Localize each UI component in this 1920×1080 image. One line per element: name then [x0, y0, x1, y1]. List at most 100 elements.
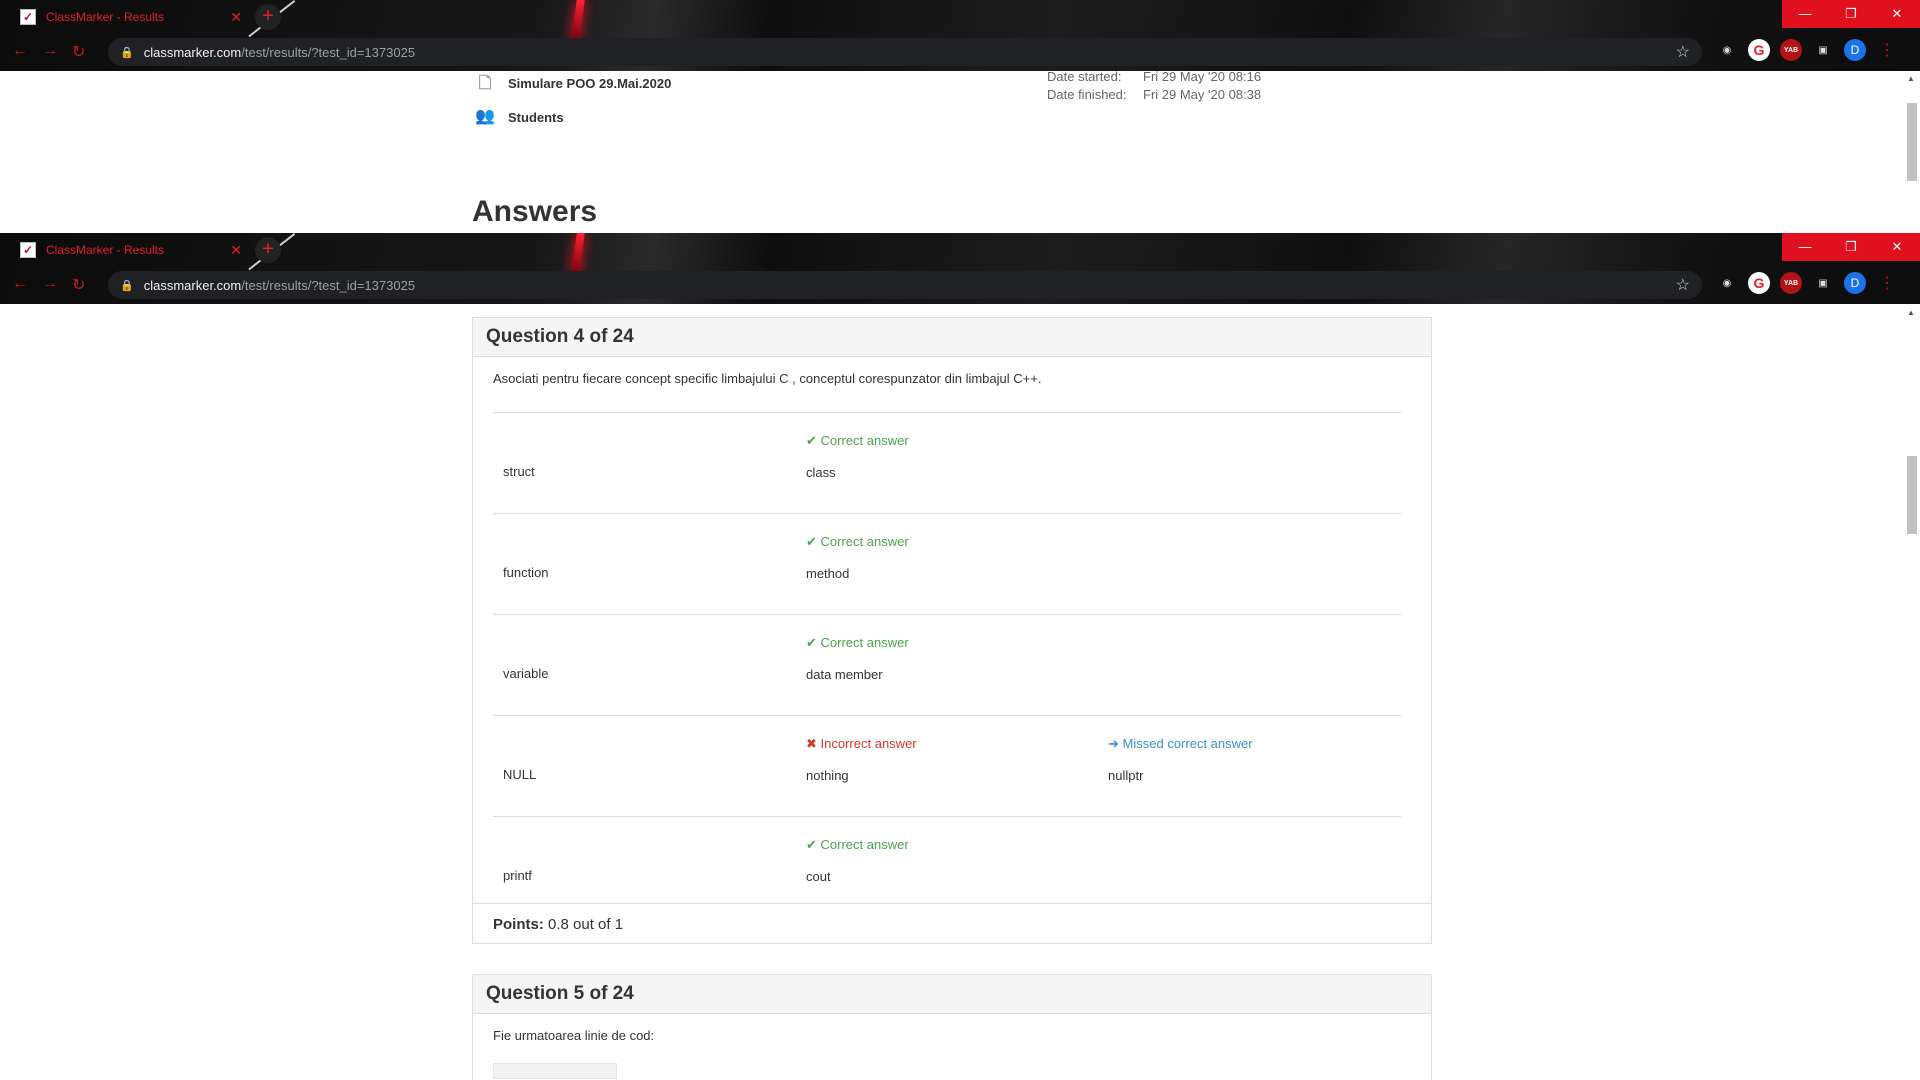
document-icon: 🗋: [478, 75, 492, 92]
match-answer: nothing: [806, 768, 849, 783]
address-bar[interactable]: 🔒 classmarker.com/test/results/?test_id=…: [108, 38, 1702, 66]
match-left: printf: [503, 868, 532, 883]
question-5-text: Fie urmatoarea linie de cod:: [493, 1028, 655, 1043]
code-block: [493, 1063, 617, 1079]
test-dates: Date started: Fri 29 May '20 08:16 Date f…: [1047, 71, 1261, 104]
x-icon: ✖: [806, 736, 817, 751]
menu-dots-icon[interactable]: ⋮: [1876, 39, 1898, 61]
correct-status: ✔ Correct answer: [806, 635, 909, 651]
browser-tab[interactable]: ✓ ClassMarker - Results ✕: [8, 0, 248, 34]
match-left: variable: [503, 666, 549, 681]
nav-buttons: ← → ↻: [12, 42, 85, 62]
extension-camera-icon[interactable]: ▣: [1812, 272, 1834, 294]
correct-status: ✔ Correct answer: [806, 534, 909, 550]
status-label: Incorrect answer: [820, 736, 917, 751]
minimize-button[interactable]: —: [1782, 233, 1828, 261]
extension-bulb-icon[interactable]: ◉: [1716, 272, 1738, 294]
extension-grammarly-icon[interactable]: G: [1748, 39, 1770, 61]
url-text: classmarker.com/test/results/?test_id=13…: [144, 278, 415, 293]
bookmark-star-icon[interactable]: ☆: [1676, 275, 1690, 295]
missed-status: ➜ Missed correct answer: [1108, 736, 1253, 752]
browser-toolbar: ← → ↻ 🔒 classmarker.com/test/results/?te…: [0, 34, 1920, 71]
date-finished-value: Fri 29 May '20 08:38: [1143, 87, 1262, 102]
page-top-slice: Date started: Fri 29 May '20 08:16 Date f…: [0, 71, 1920, 233]
minimize-button[interactable]: —: [1782, 0, 1828, 28]
match-left: function: [503, 565, 549, 580]
points-row: Points: 0.8 out of 1: [473, 903, 1431, 943]
group-name: Students: [508, 109, 564, 125]
back-arrow-icon[interactable]: ←: [12, 42, 28, 62]
forward-arrow-icon[interactable]: →: [42, 42, 58, 62]
scroll-up-arrow-icon[interactable]: ▲: [1907, 308, 1915, 317]
address-bar[interactable]: 🔒 classmarker.com/test/results/?test_id=…: [108, 271, 1702, 299]
missed-label: Missed correct answer: [1122, 736, 1253, 751]
points-value: 0.8 out of 1: [548, 916, 624, 933]
status-label: Correct answer: [820, 433, 909, 448]
url-text: classmarker.com/test/results/?test_id=13…: [144, 45, 415, 60]
extension-bulb-icon[interactable]: ◉: [1716, 39, 1738, 61]
status-label: Correct answer: [820, 635, 909, 650]
scrollbar-top[interactable]: ▲: [1903, 71, 1920, 233]
forward-arrow-icon[interactable]: →: [42, 275, 58, 295]
url-path: /test/results/?test_id=1373025: [241, 277, 416, 293]
test-name-row: 🗋 Simulare POO 29.Mai.2020: [475, 72, 672, 94]
date-started-value: Fri 29 May '20 08:16: [1143, 71, 1262, 84]
close-window-button[interactable]: ✕: [1874, 0, 1920, 28]
match-answer: cout: [806, 869, 831, 884]
check-icon: ✔: [806, 635, 817, 650]
profile-avatar[interactable]: D: [1844, 39, 1866, 61]
question-4-header: Question 4 of 24: [473, 318, 1431, 357]
new-tab-button[interactable]: +: [255, 237, 281, 263]
extension-yab-icon[interactable]: YAB: [1780, 39, 1802, 61]
url-host: classmarker.com: [143, 277, 242, 293]
scrollbar-main[interactable]: ▲: [1903, 304, 1920, 1080]
browser-toolbar: ← → ↻ 🔒 classmarker.com/test/results/?te…: [0, 267, 1920, 304]
extension-yab-icon[interactable]: YAB: [1780, 272, 1802, 294]
extensions-bar: ◉ G YAB ▣ D ⋮: [1716, 39, 1898, 61]
reload-icon[interactable]: ↻: [72, 42, 85, 62]
menu-dots-icon[interactable]: ⋮: [1876, 272, 1898, 294]
restore-button[interactable]: ❐: [1828, 233, 1874, 261]
question-5-panel: Question 5 of 24 Fie urmatoarea linie de…: [472, 974, 1432, 1080]
browser-chrome-top: ✓ ClassMarker - Results ✕ + — ❐ ✕ ← → ↻ …: [0, 0, 1920, 71]
match-row: struct ✔ Correct answer class: [493, 412, 1401, 513]
reload-icon[interactable]: ↻: [72, 275, 85, 295]
date-finished-label: Date finished:: [1047, 87, 1127, 102]
back-arrow-icon[interactable]: ←: [12, 275, 28, 295]
url-host: classmarker.com: [143, 44, 242, 60]
question-4-text: Asociati pentru fiecare concept specific…: [493, 371, 1042, 386]
window-controls: — ❐ ✕: [1782, 0, 1920, 28]
url-path: /test/results/?test_id=1373025: [241, 44, 416, 60]
bookmark-star-icon[interactable]: ☆: [1676, 42, 1690, 62]
group-row: 👥 Students: [475, 106, 564, 128]
correct-status: ✔ Correct answer: [806, 433, 909, 449]
tab-close-icon[interactable]: ✕: [230, 242, 242, 259]
tab-close-icon[interactable]: ✕: [230, 9, 242, 26]
points-label: Points:: [493, 916, 544, 933]
classmarker-favicon-icon: ✓: [20, 9, 36, 25]
scrollbar-thumb[interactable]: [1907, 456, 1917, 534]
profile-avatar[interactable]: D: [1844, 272, 1866, 294]
scrollbar-thumb[interactable]: [1907, 103, 1917, 181]
status-label: Correct answer: [820, 534, 909, 549]
close-window-button[interactable]: ✕: [1874, 233, 1920, 261]
browser-chrome-bottom: ✓ ClassMarker - Results ✕ + — ❐ ✕ ← → ↻ …: [0, 233, 1920, 304]
missed-answer: nullptr: [1108, 768, 1144, 783]
extension-grammarly-icon[interactable]: G: [1748, 272, 1770, 294]
match-answer: class: [806, 465, 836, 480]
window-controls: — ❐ ✕: [1782, 233, 1920, 261]
restore-button[interactable]: ❐: [1828, 0, 1874, 28]
scroll-up-arrow-icon[interactable]: ▲: [1907, 74, 1915, 83]
lock-icon: 🔒: [120, 279, 134, 292]
check-icon: ✔: [806, 433, 817, 448]
match-answer: method: [806, 566, 850, 581]
answers-heading: Answers: [472, 195, 598, 228]
page-main: Question 4 of 24 Asociati pentru fiecare…: [0, 304, 1920, 1080]
lock-icon: 🔒: [120, 46, 134, 59]
extension-camera-icon[interactable]: ▣: [1812, 39, 1834, 61]
users-icon: 👥: [475, 108, 495, 125]
new-tab-button[interactable]: +: [255, 4, 281, 30]
nav-buttons: ← → ↻: [12, 275, 85, 295]
browser-tab[interactable]: ✓ ClassMarker - Results ✕: [8, 233, 248, 267]
match-left: NULL: [503, 767, 537, 782]
